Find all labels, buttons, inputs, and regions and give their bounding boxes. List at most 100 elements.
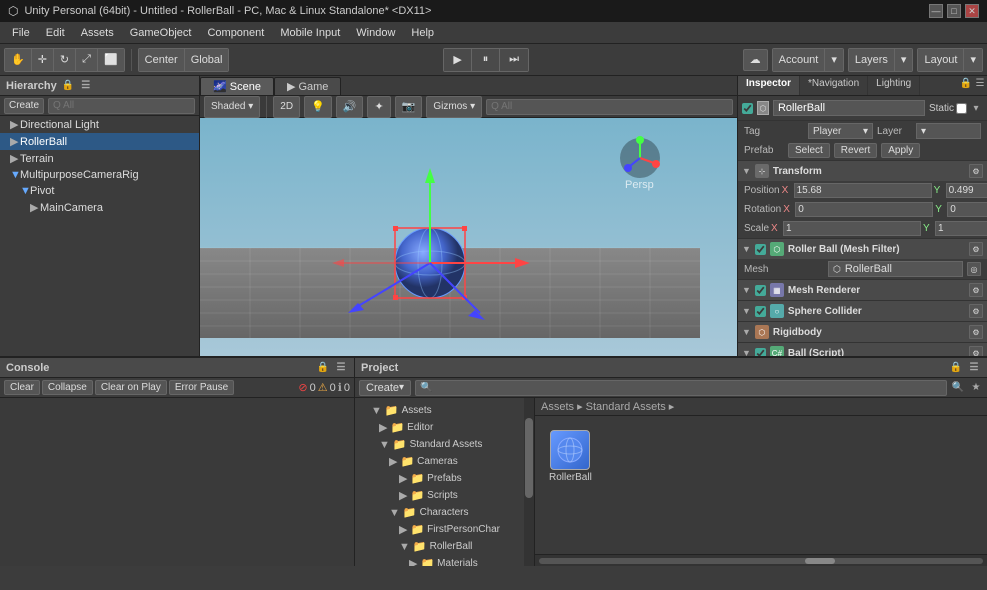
hierarchy-item-camerarig[interactable]: ▼MultipurposeCameraRig bbox=[0, 167, 199, 183]
tree-cameras[interactable]: ▶ 📁 Cameras bbox=[355, 453, 534, 470]
project-fav-icon[interactable]: ★ bbox=[969, 381, 983, 395]
mesh-renderer-active[interactable] bbox=[755, 285, 766, 296]
gizmos-button[interactable]: Gizmos ▾ bbox=[426, 96, 482, 118]
maximize-button[interactable]: □ bbox=[947, 4, 961, 18]
tree-cam-scripts[interactable]: ▶ 📁 Scripts bbox=[355, 487, 534, 504]
mesh-renderer-header[interactable]: ▼ ▦ Mesh Renderer ⚙ bbox=[738, 280, 987, 300]
object-active-checkbox[interactable] bbox=[742, 103, 753, 114]
scene-camera-icon[interactable]: 📷 bbox=[395, 96, 423, 118]
lighting-tab[interactable]: Lighting bbox=[868, 76, 920, 95]
hierarchy-create-button[interactable]: Create bbox=[4, 98, 44, 114]
hierarchy-item-maincamera[interactable]: ▶MainCamera bbox=[0, 199, 199, 216]
menu-file[interactable]: File bbox=[4, 25, 38, 41]
project-search-icon[interactable]: 🔍 bbox=[951, 381, 965, 395]
menu-window[interactable]: Window bbox=[348, 25, 403, 41]
position-x-input[interactable] bbox=[794, 183, 932, 198]
step-button[interactable]: ⏭ bbox=[500, 49, 528, 71]
account-button[interactable]: Account bbox=[773, 49, 826, 71]
position-y-input[interactable] bbox=[946, 183, 987, 198]
menu-gameobject[interactable]: GameObject bbox=[122, 25, 200, 41]
rb-settings-icon[interactable]: ⚙ bbox=[969, 325, 983, 339]
inspector-menu-icon[interactable]: ☰ bbox=[973, 76, 987, 90]
project-file-rollerball[interactable]: RollerBall bbox=[545, 426, 596, 487]
tree-materials[interactable]: ▶ 📁 Materials bbox=[355, 555, 534, 566]
center-button[interactable]: Center bbox=[139, 49, 185, 71]
hierarchy-menu-icon[interactable]: ☰ bbox=[79, 79, 93, 93]
project-zoom-slider[interactable] bbox=[539, 558, 983, 564]
tree-rollerball[interactable]: ▼ 📁 RollerBall bbox=[355, 538, 534, 555]
console-lock-icon[interactable]: 🔒 bbox=[316, 361, 330, 375]
tree-assets[interactable]: ▼ 📁 Assets bbox=[355, 402, 534, 419]
revert-button[interactable]: Revert bbox=[834, 143, 877, 158]
mesh-filter-active[interactable] bbox=[755, 244, 766, 255]
transform-settings-icon[interactable]: ⚙ bbox=[969, 164, 983, 178]
mesh-filter-header[interactable]: ▼ ⬡ Roller Ball (Mesh Filter) ⚙ bbox=[738, 239, 987, 259]
scene-light-icon[interactable]: 💡 bbox=[304, 96, 332, 118]
ball-script-active[interactable] bbox=[755, 348, 766, 357]
hierarchy-item-pivot[interactable]: ▼Pivot bbox=[0, 183, 199, 199]
clear-on-play-button[interactable]: Clear on Play bbox=[95, 380, 167, 395]
scale-y-input[interactable] bbox=[935, 221, 987, 236]
select-button[interactable]: Select bbox=[788, 143, 830, 158]
collapse-button[interactable]: Collapse bbox=[42, 380, 93, 395]
scene-tab[interactable]: 🌌 Scene bbox=[200, 77, 274, 95]
tree-standard-assets[interactable]: ▼ 📁 Standard Assets bbox=[355, 436, 534, 453]
move-tool-button[interactable]: ✛ bbox=[32, 49, 54, 71]
apply-button[interactable]: Apply bbox=[881, 143, 920, 158]
minimize-button[interactable]: — bbox=[929, 4, 943, 18]
mr-settings-icon[interactable]: ⚙ bbox=[969, 283, 983, 297]
mf-settings-icon[interactable]: ⚙ bbox=[969, 242, 983, 256]
rotation-x-input[interactable] bbox=[795, 202, 933, 217]
scale-x-input[interactable] bbox=[783, 221, 921, 236]
project-menu-icon[interactable]: ☰ bbox=[967, 361, 981, 375]
layers-dropdown[interactable]: ▾ bbox=[895, 49, 913, 71]
hand-tool-button[interactable]: ✋ bbox=[5, 49, 32, 71]
rect-tool-button[interactable]: ⬜ bbox=[98, 49, 124, 71]
static-dropdown-icon[interactable]: ▾ bbox=[969, 101, 983, 115]
collab-button[interactable]: ☁ bbox=[743, 49, 768, 71]
hierarchy-item-directional-light[interactable]: ▶Directional Light bbox=[0, 116, 199, 133]
game-tab[interactable]: ▶ Game bbox=[274, 77, 341, 95]
project-create-button[interactable]: Create ▾ bbox=[359, 380, 411, 396]
console-menu-icon[interactable]: ☰ bbox=[334, 361, 348, 375]
pause-button[interactable]: ⏸ bbox=[472, 49, 500, 71]
error-pause-button[interactable]: Error Pause bbox=[169, 380, 234, 395]
navigation-tab[interactable]: *Navigation bbox=[800, 76, 868, 95]
menu-edit[interactable]: Edit bbox=[38, 25, 73, 41]
rigidbody-header[interactable]: ▼ ⬡ Rigidbody ⚙ bbox=[738, 322, 987, 342]
tree-editor[interactable]: ▶ 📁 Editor bbox=[355, 419, 534, 436]
scale-tool-button[interactable]: ⤢ bbox=[76, 49, 98, 71]
tree-cam-prefabs[interactable]: ▶ 📁 Prefabs bbox=[355, 470, 534, 487]
rotate-tool-button[interactable]: ↻ bbox=[54, 49, 76, 71]
global-button[interactable]: Global bbox=[185, 49, 229, 71]
inspector-lock-icon[interactable]: 🔒 bbox=[959, 76, 973, 90]
close-button[interactable]: ✕ bbox=[965, 4, 979, 18]
sphere-collider-active[interactable] bbox=[755, 306, 766, 317]
project-lock-icon[interactable]: 🔒 bbox=[949, 361, 963, 375]
layer-dropdown[interactable]: ▾ bbox=[916, 123, 981, 139]
layers-button[interactable]: Layers bbox=[849, 49, 895, 71]
menu-component[interactable]: Component bbox=[199, 25, 272, 41]
mesh-target-icon[interactable]: ◎ bbox=[967, 262, 981, 276]
layout-dropdown[interactable]: ▾ bbox=[964, 49, 982, 71]
account-dropdown[interactable]: ▾ bbox=[825, 49, 843, 71]
project-search-input[interactable] bbox=[415, 380, 947, 396]
menu-assets[interactable]: Assets bbox=[73, 25, 122, 41]
scene-audio-icon[interactable]: 🔊 bbox=[336, 96, 364, 118]
menu-help[interactable]: Help bbox=[403, 25, 442, 41]
hierarchy-lock-icon[interactable]: 🔒 bbox=[61, 79, 75, 93]
play-button[interactable]: ▶ bbox=[444, 49, 472, 71]
hierarchy-item-terrain[interactable]: ▶Terrain bbox=[0, 150, 199, 167]
scene-search-input[interactable] bbox=[486, 99, 733, 115]
transform-header[interactable]: ▼ ⊹ Transform ⚙ bbox=[738, 161, 987, 181]
shaded-dropdown[interactable]: Shaded ▾ bbox=[204, 96, 260, 118]
tree-first-person[interactable]: ▶ 📁 FirstPersonChar bbox=[355, 521, 534, 538]
inspector-tab[interactable]: Inspector bbox=[738, 76, 800, 95]
sc-settings-icon[interactable]: ⚙ bbox=[969, 304, 983, 318]
hierarchy-search-input[interactable] bbox=[48, 98, 195, 114]
layout-button[interactable]: Layout bbox=[918, 49, 964, 71]
bs-settings-icon[interactable]: ⚙ bbox=[969, 346, 983, 356]
rotation-y-input[interactable] bbox=[947, 202, 987, 217]
object-name-input[interactable] bbox=[773, 100, 925, 116]
menu-mobile-input[interactable]: Mobile Input bbox=[272, 25, 348, 41]
